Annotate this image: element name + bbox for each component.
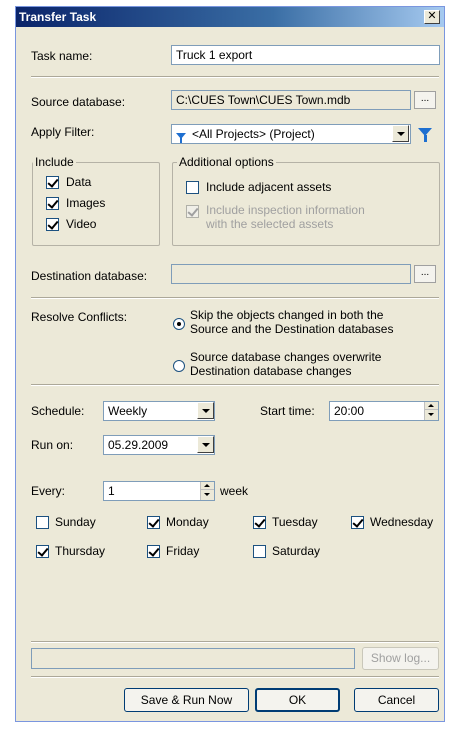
filter-icon <box>176 133 186 143</box>
destination-database-field <box>171 264 411 284</box>
include-adjacent-checkbox[interactable] <box>186 181 199 194</box>
day-tuesday-label: Tuesday <box>272 515 318 529</box>
day-wednesday-label: Wednesday <box>370 515 434 529</box>
dialog-title: Transfer Task <box>19 10 97 24</box>
task-name-input[interactable]: Truck 1 export <box>171 45 440 65</box>
day-monday-label: Monday <box>166 515 209 529</box>
include-data-label: Data <box>66 175 92 189</box>
spinner-down-icon[interactable] <box>425 411 438 419</box>
day-thursday-checkbox[interactable] <box>36 545 49 558</box>
start-time-label: Start time: <box>260 404 315 418</box>
include-images-checkbox[interactable] <box>46 197 59 210</box>
resolve-skip-radio[interactable] <box>173 318 185 330</box>
day-saturday-checkbox[interactable] <box>253 545 266 558</box>
include-video-label: Video <box>66 217 97 231</box>
start-time-input[interactable]: 20:00 <box>329 401 439 421</box>
include-video-checkbox[interactable] <box>46 218 59 231</box>
run-on-calendar-arrow[interactable] <box>197 436 214 453</box>
source-database-label: Source database: <box>31 95 126 109</box>
ok-button[interactable]: OK <box>255 688 340 712</box>
include-inspection-checkbox <box>186 205 199 218</box>
task-name-label: Task name: <box>31 49 93 63</box>
include-data-checkbox[interactable] <box>46 176 59 189</box>
source-database-field: C:\CUES Town\CUES Town.mdb <box>171 90 411 110</box>
start-time-spinner[interactable] <box>424 402 438 420</box>
run-on-label: Run on: <box>31 438 74 452</box>
day-friday-label: Friday <box>166 544 200 558</box>
resolve-overwrite-label-2: Destination database changes <box>190 364 352 378</box>
apply-filter-label: Apply Filter: <box>31 125 95 139</box>
filter-select[interactable]: <All Projects> (Project) <box>171 124 411 144</box>
include-adjacent-label: Include adjacent assets <box>206 180 332 194</box>
separator <box>31 641 439 643</box>
every-unit-label: week <box>220 484 249 498</box>
close-icon: ✕ <box>427 10 437 22</box>
close-button[interactable]: ✕ <box>424 10 440 24</box>
separator <box>31 297 439 299</box>
day-wednesday-checkbox[interactable] <box>351 516 364 529</box>
filter-dropdown-arrow[interactable] <box>392 125 409 142</box>
log-field <box>31 648 355 669</box>
day-sunday-label: Sunday <box>55 515 96 529</box>
include-group-title: Include <box>33 155 76 169</box>
every-label: Every: <box>31 484 66 498</box>
day-tuesday-checkbox[interactable] <box>253 516 266 529</box>
include-images-label: Images <box>66 196 106 210</box>
resolve-skip-label-2: Source and the Destination databases <box>190 322 394 336</box>
include-inspection-label-2: with the selected assets <box>206 217 334 231</box>
spinner-down-icon[interactable] <box>201 491 214 499</box>
source-browse-button[interactable]: ... <box>414 91 436 109</box>
day-friday-checkbox[interactable] <box>147 545 160 558</box>
cancel-button[interactable]: Cancel <box>354 688 439 712</box>
include-inspection-label: Include inspection information <box>206 203 365 217</box>
transfer-task-dialog: Transfer Task ✕ Task name: Truck 1 expor… <box>15 6 445 722</box>
spinner-up-icon[interactable] <box>201 482 214 490</box>
resolve-overwrite-label: Source database changes overwrite <box>190 350 382 364</box>
day-monday-checkbox[interactable] <box>147 516 160 529</box>
resolve-overwrite-radio[interactable] <box>173 360 185 372</box>
every-input[interactable]: 1 <box>103 481 215 501</box>
resolve-skip-label: Skip the objects changed in both the <box>190 308 384 322</box>
day-thursday-label: Thursday <box>55 544 106 558</box>
every-spinner[interactable] <box>200 482 214 500</box>
spinner-up-icon[interactable] <box>425 402 438 410</box>
title-bar[interactable]: Transfer Task ✕ <box>16 7 444 27</box>
save-and-run-button[interactable]: Save & Run Now <box>124 688 249 712</box>
resolve-conflicts-label: Resolve Conflicts: <box>31 310 128 324</box>
show-log-button: Show log... <box>362 647 439 670</box>
separator <box>31 384 439 386</box>
filter-settings-icon[interactable] <box>418 128 432 142</box>
day-sunday-checkbox[interactable] <box>36 516 49 529</box>
separator <box>31 76 439 78</box>
schedule-dropdown-arrow[interactable] <box>197 402 214 419</box>
additional-options-title: Additional options <box>177 155 276 169</box>
schedule-label: Schedule: <box>31 404 85 418</box>
filter-value: <All Projects> (Project) <box>192 127 315 141</box>
separator <box>31 676 439 678</box>
destination-browse-button[interactable]: ... <box>414 265 436 283</box>
destination-database-label: Destination database: <box>31 269 148 283</box>
day-saturday-label: Saturday <box>272 544 321 558</box>
